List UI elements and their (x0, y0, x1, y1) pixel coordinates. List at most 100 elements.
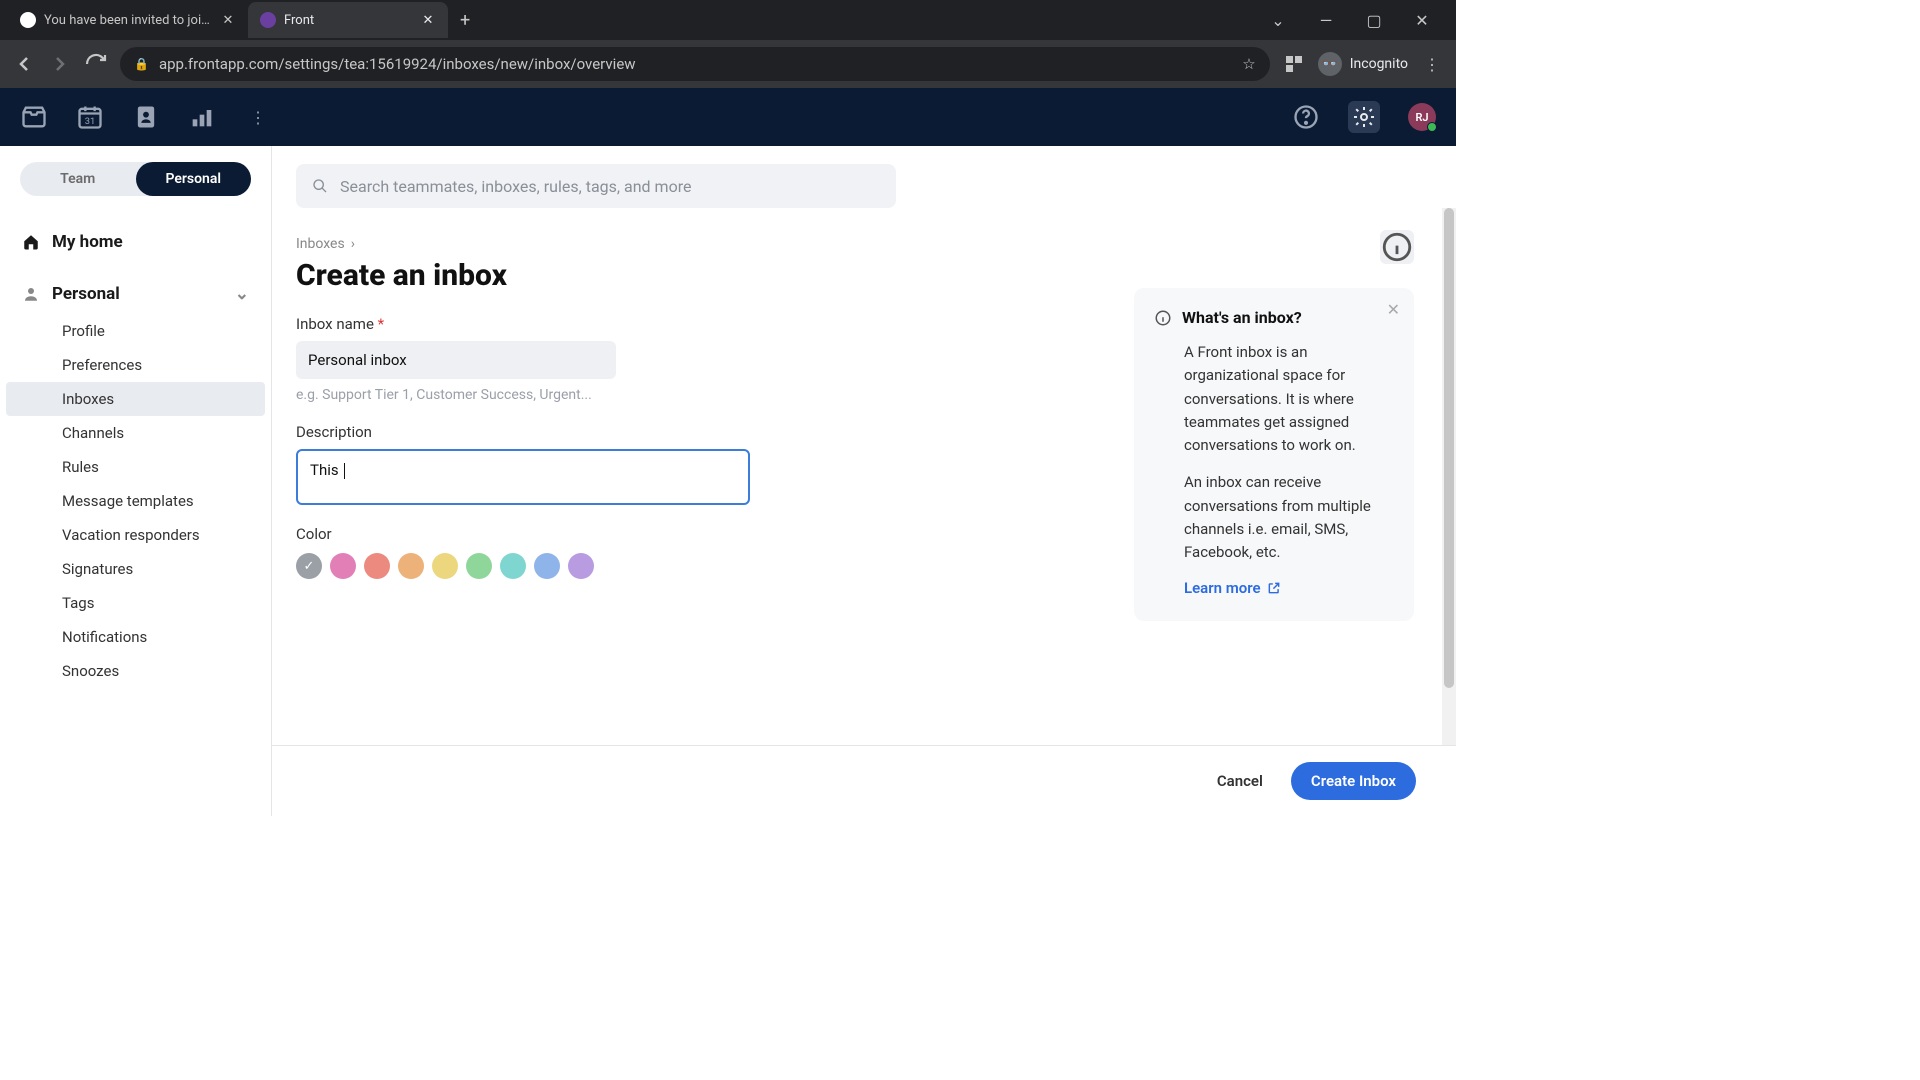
maximize-icon[interactable]: ▢ (1360, 11, 1388, 30)
breadcrumb: Inboxes › (296, 236, 1432, 252)
chevron-down-icon: ⌄ (235, 284, 249, 304)
color-swatch-4[interactable] (432, 553, 458, 579)
color-swatch-6[interactable] (500, 553, 526, 579)
text-cursor (344, 463, 345, 479)
back-icon[interactable] (12, 52, 36, 76)
reload-icon[interactable] (84, 52, 108, 76)
tab-title: Front (284, 13, 412, 28)
inbox-name-hint: e.g. Support Tier 1, Customer Success, U… (296, 387, 766, 403)
info-card: ✕ What's an inbox? A Front inbox is an o… (1134, 288, 1414, 621)
create-inbox-button[interactable]: Create Inbox (1291, 762, 1416, 800)
info-icon (1154, 309, 1172, 327)
analytics-nav-icon[interactable] (188, 103, 216, 131)
sidebar-item-preferences[interactable]: Preferences (6, 348, 265, 382)
svg-text:31: 31 (85, 116, 96, 127)
forward-icon[interactable] (48, 52, 72, 76)
color-swatch-7[interactable] (534, 553, 560, 579)
window-controls: ⌄ ― ▢ ✕ (1264, 11, 1448, 30)
learn-more-link[interactable]: Learn more (1184, 579, 1281, 597)
inbox-name-input[interactable] (296, 341, 616, 379)
url-input[interactable]: 🔒 app.frontapp.com/settings/tea:15619924… (120, 47, 1270, 81)
incognito-label: Incognito (1350, 56, 1408, 72)
avatar-initials: RJ (1415, 111, 1428, 124)
tab-close-icon[interactable]: ✕ (220, 12, 236, 28)
sidebar-item-tags[interactable]: Tags (6, 586, 265, 620)
info-card-p2: An inbox can receive conversations from … (1184, 471, 1394, 564)
inbox-name-label: Inbox name * (296, 315, 766, 333)
sidebar-item-profile[interactable]: Profile (6, 314, 265, 348)
scope-toggle: Team Personal (20, 162, 251, 196)
sidebar-personal-header[interactable]: Personal ⌄ (0, 274, 271, 314)
breadcrumb-root[interactable]: Inboxes (296, 236, 345, 252)
content-area: Inboxes › Create an inbox Inbox name * e… (272, 208, 1456, 745)
info-toggle-button[interactable] (1380, 230, 1414, 264)
sidebar-item-inboxes[interactable]: Inboxes (6, 382, 265, 416)
contacts-nav-icon[interactable] (132, 103, 160, 131)
sidebar-item-snoozes[interactable]: Snoozes (6, 654, 265, 688)
incognito-indicator: 👓 Incognito (1318, 52, 1408, 76)
tab-title: You have been invited to join Fro (44, 13, 212, 28)
browser-chrome: You have been invited to join Fro ✕ Fron… (0, 0, 1456, 88)
person-icon (22, 285, 40, 303)
scrollbar[interactable] (1442, 208, 1456, 745)
app-header: 31 ⋮ RJ (0, 88, 1456, 146)
sidebar-my-home[interactable]: My home (0, 222, 271, 262)
inbox-nav-icon[interactable] (20, 103, 48, 131)
tabs-dropdown-icon[interactable]: ⌄ (1264, 11, 1292, 30)
address-bar: 🔒 app.frontapp.com/settings/tea:15619924… (0, 40, 1456, 88)
new-tab-button[interactable]: + (448, 10, 482, 31)
color-swatch-0[interactable]: ✓ (296, 553, 322, 579)
more-nav-icon[interactable]: ⋮ (244, 103, 272, 131)
info-card-title: What's an inbox? (1154, 308, 1394, 327)
extensions-icon[interactable] (1282, 52, 1306, 76)
settings-sidebar: Team Personal My home Personal ⌄ Profile… (0, 146, 272, 816)
footer-actions: Cancel Create Inbox (272, 745, 1456, 816)
settings-search[interactable]: Search teammates, inboxes, rules, tags, … (296, 164, 896, 208)
color-swatch-1[interactable] (330, 553, 356, 579)
browser-menu-icon[interactable]: ⋮ (1420, 52, 1444, 76)
home-icon (22, 233, 40, 251)
help-icon[interactable] (1292, 103, 1320, 131)
sidebar-label: My home (52, 232, 123, 252)
required-marker: * (378, 315, 384, 333)
color-swatch-8[interactable] (568, 553, 594, 579)
sidebar-item-channels[interactable]: Channels (6, 416, 265, 450)
url-text: app.frontapp.com/settings/tea:15619924/i… (159, 55, 1232, 73)
close-window-icon[interactable]: ✕ (1408, 11, 1436, 30)
browser-tab-1[interactable]: Front ✕ (248, 2, 448, 38)
color-swatch-2[interactable] (364, 553, 390, 579)
color-swatch-3[interactable] (398, 553, 424, 579)
color-swatch-5[interactable] (466, 553, 492, 579)
external-link-icon (1267, 581, 1281, 595)
sidebar-item-vacation-responders[interactable]: Vacation responders (6, 518, 265, 552)
star-icon[interactable]: ☆ (1242, 55, 1255, 73)
app-body: Team Personal My home Personal ⌄ Profile… (0, 146, 1456, 816)
calendar-nav-icon[interactable]: 31 (76, 103, 104, 131)
minimize-icon[interactable]: ― (1312, 11, 1340, 30)
browser-tab-0[interactable]: You have been invited to join Fro ✕ (8, 2, 248, 38)
lock-icon: 🔒 (134, 57, 149, 71)
sidebar-item-rules[interactable]: Rules (6, 450, 265, 484)
color-label: Color (296, 525, 766, 543)
sidebar-item-notifications[interactable]: Notifications (6, 620, 265, 654)
tab-strip: You have been invited to join Fro ✕ Fron… (0, 0, 1456, 40)
description-input[interactable]: This (296, 449, 750, 505)
incognito-icon: 👓 (1318, 52, 1342, 76)
close-icon[interactable]: ✕ (1387, 300, 1400, 319)
settings-nav-icon[interactable] (1348, 101, 1380, 133)
user-avatar[interactable]: RJ (1408, 103, 1436, 131)
info-card-p1: A Front inbox is an organizational space… (1184, 341, 1394, 457)
sidebar-item-message-templates[interactable]: Message templates (6, 484, 265, 518)
favicon-icon (260, 12, 276, 28)
search-icon (312, 178, 328, 194)
chevron-right-icon: › (351, 236, 355, 252)
toggle-team[interactable]: Team (20, 162, 136, 196)
tab-close-icon[interactable]: ✕ (420, 12, 436, 28)
sidebar-item-signatures[interactable]: Signatures (6, 552, 265, 586)
favicon-icon (20, 12, 36, 28)
cancel-button[interactable]: Cancel (1197, 762, 1283, 800)
toggle-personal[interactable]: Personal (136, 162, 252, 196)
sidebar-label: Personal (52, 284, 120, 304)
scrollbar-thumb[interactable] (1444, 208, 1454, 688)
description-label: Description (296, 423, 766, 441)
